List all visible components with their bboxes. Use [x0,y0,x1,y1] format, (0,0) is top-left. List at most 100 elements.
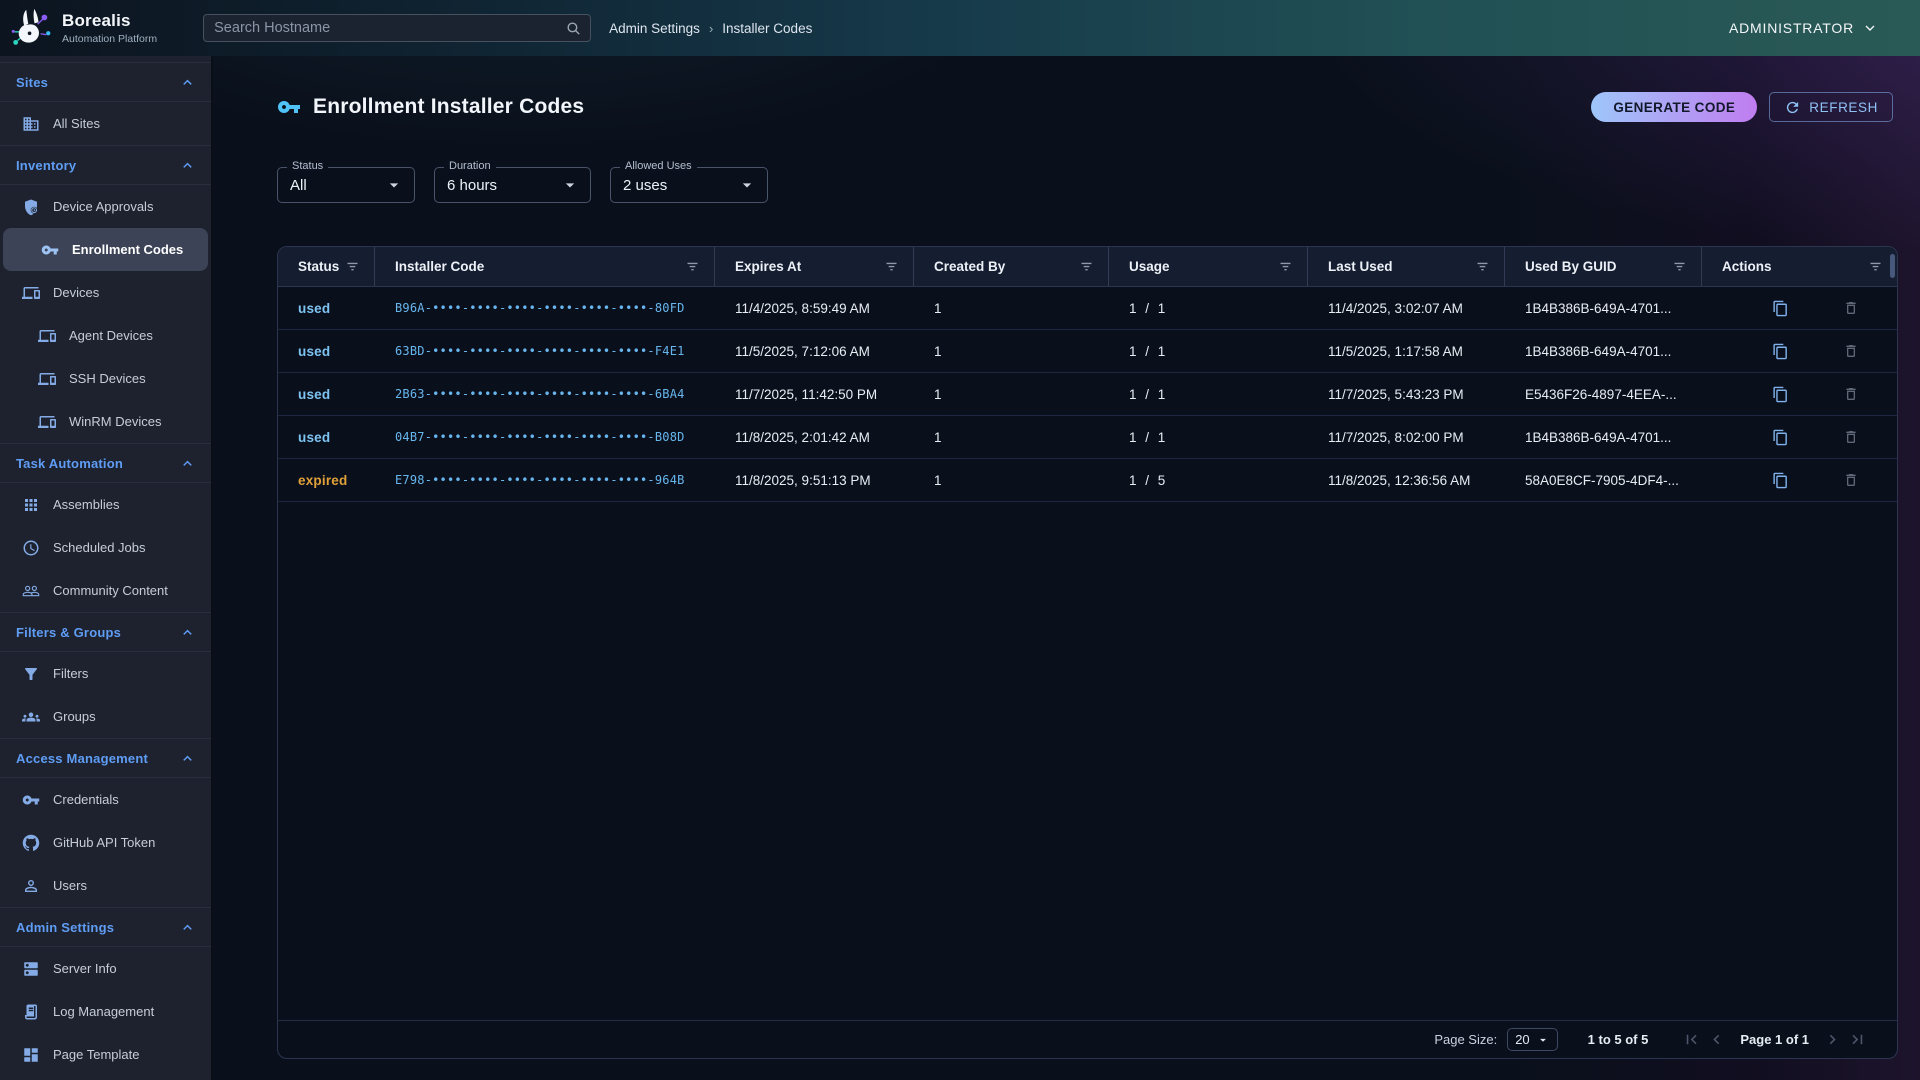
sidebar-item-users[interactable]: Users [0,864,211,907]
next-page-icon[interactable] [1823,1030,1842,1049]
section-title: Admin Settings [16,920,114,935]
copy-icon[interactable] [1770,384,1791,405]
installer-code-cell: 04B7-••••-••••-••••-••••-••••-••••-B08D [375,430,715,444]
filter-list-icon[interactable] [345,259,360,274]
chevron-up-icon [180,75,195,90]
sidebar: Sites All Sites Inventory Device Approva… [0,56,213,1080]
generate-code-button[interactable]: GENERATE CODE [1591,92,1757,122]
building-icon [22,115,40,133]
copy-icon[interactable] [1770,427,1791,448]
sidebar-section-filters-groups[interactable]: Filters & Groups [0,612,211,652]
created-by-cell: 1 [914,387,1109,402]
column-header-actions: Actions [1702,247,1897,286]
sidebar-item-agent-devices[interactable]: Agent Devices [0,314,211,357]
dropdown-arrow-icon [384,175,404,195]
sidebar-item-label: Log Management [53,1004,154,1019]
filter-list-icon[interactable] [1079,259,1094,274]
sidebar-item-label: Community Content [53,583,168,598]
filter-list-icon[interactable] [685,259,700,274]
status-cell: used [278,430,375,445]
previous-page-icon[interactable] [1707,1030,1726,1049]
delete-icon[interactable] [1841,384,1861,404]
column-header-created-by: Created By [914,247,1109,286]
expires-at-cell: 11/7/2025, 11:42:50 PM [715,387,914,402]
sidebar-item-ssh-devices[interactable]: SSH Devices [0,357,211,400]
page-size-label: Page Size: [1434,1032,1497,1047]
delete-icon[interactable] [1841,341,1861,361]
filter-list-icon[interactable] [1475,259,1490,274]
page-size-select[interactable]: 20 [1507,1028,1557,1051]
breadcrumb: Admin Settings › Installer Codes [609,21,812,36]
table-row: used 04B7-••••-••••-••••-••••-••••-••••-… [278,416,1897,459]
hostname-search[interactable] [203,14,591,42]
sidebar-section-task-automation[interactable]: Task Automation [0,443,211,483]
usage-cell: 1 / 1 [1109,430,1308,445]
filter-list-icon[interactable] [1278,259,1293,274]
usage-cell: 1 / 5 [1109,473,1308,488]
status-cell: used [278,387,375,402]
copy-icon[interactable] [1770,470,1791,491]
status-cell: used [278,344,375,359]
breadcrumb-current[interactable]: Installer Codes [722,21,812,36]
user-menu[interactable]: ADMINISTRATOR [1729,20,1878,36]
breadcrumb-parent[interactable]: Admin Settings [609,21,700,36]
dropdown-arrow-icon [737,175,757,195]
sidebar-item-log-management[interactable]: Log Management [0,990,211,1033]
copy-icon[interactable] [1770,298,1791,319]
brand-name: Borealis [62,11,157,31]
duration-filter-select[interactable]: Duration 6 hours [434,167,591,203]
sidebar-item-all-sites[interactable]: All Sites [0,102,211,145]
status-cell: used [278,301,375,316]
installer-codes-table: Status Installer Code Expires At Created… [277,246,1898,1059]
status-filter-value: All [290,177,307,194]
sidebar-item-devices[interactable]: Devices [0,271,211,314]
sidebar-item-enrollment-codes[interactable]: Enrollment Codes [3,228,208,271]
filter-list-icon[interactable] [884,259,899,274]
refresh-button[interactable]: REFRESH [1769,92,1893,122]
groups-icon [22,708,40,726]
chevron-up-icon [180,751,195,766]
delete-icon[interactable] [1841,298,1861,318]
last-page-icon[interactable] [1848,1030,1867,1049]
refresh-icon [1784,99,1801,116]
sidebar-item-scheduled-jobs[interactable]: Scheduled Jobs [0,526,211,569]
sidebar-section-access-management[interactable]: Access Management [0,738,211,778]
key-icon [41,241,59,259]
sidebar-item-winrm-devices[interactable]: WinRM Devices [0,400,211,443]
filter-list-icon[interactable] [1672,259,1687,274]
key-icon [277,95,301,119]
sidebar-item-filters[interactable]: Filters [0,652,211,695]
sidebar-item-assemblies[interactable]: Assemblies [0,483,211,526]
sidebar-item-github-api-token[interactable]: GitHub API Token [0,821,211,864]
section-title: Task Automation [16,456,123,471]
sidebar-item-groups[interactable]: Groups [0,695,211,738]
sidebar-item-label: Users [53,878,87,893]
sidebar-section-inventory[interactable]: Inventory [0,145,211,185]
status-filter-select[interactable]: Status All [277,167,415,203]
created-by-cell: 1 [914,430,1109,445]
delete-icon[interactable] [1841,427,1861,447]
sidebar-item-credentials[interactable]: Credentials [0,778,211,821]
actions-cell [1702,384,1897,405]
copy-icon[interactable] [1770,341,1791,362]
last-used-cell: 11/7/2025, 8:02:00 PM [1308,430,1505,445]
devices-icon [38,370,56,388]
sidebar-item-server-info[interactable]: Server Info [0,947,211,990]
first-page-icon[interactable] [1682,1030,1701,1049]
filter-list-icon[interactable] [1868,259,1883,274]
table-header-row: Status Installer Code Expires At Created… [278,247,1897,287]
vertical-scrollbar[interactable] [1890,254,1895,278]
sidebar-item-page-template[interactable]: Page Template [0,1033,211,1076]
sidebar-section-admin-settings[interactable]: Admin Settings [0,907,211,947]
created-by-cell: 1 [914,301,1109,316]
sidebar-section-sites[interactable]: Sites [0,62,211,102]
allowed-uses-filter-select[interactable]: Allowed Uses 2 uses [610,167,768,203]
sidebar-item-community-content[interactable]: Community Content [0,569,211,612]
installer-code-cell: B96A-••••-••••-••••-••••-••••-••••-80FD [375,301,715,315]
sidebar-item-device-approvals[interactable]: Device Approvals [0,185,211,228]
grid-icon [22,496,40,514]
sidebar-item-label: GitHub API Token [53,835,155,850]
search-input[interactable] [204,20,590,36]
delete-icon[interactable] [1841,470,1861,490]
dashboard-icon [22,1046,40,1064]
